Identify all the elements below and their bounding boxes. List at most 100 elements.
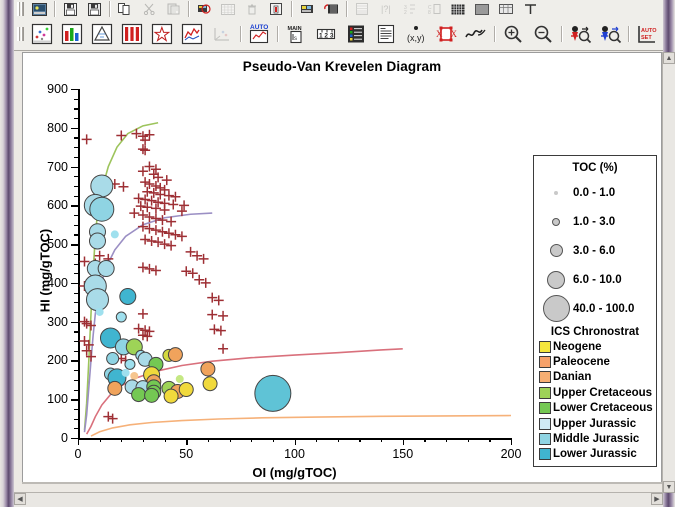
- star-plot-icon[interactable]: [148, 20, 176, 48]
- axis-numbers-icon[interactable]: 1 2 3: [312, 20, 340, 48]
- legend-ics-label: Danian: [553, 371, 592, 384]
- legend-toc-item[interactable]: 6.0 - 10.0: [539, 265, 651, 294]
- cross-marker: [207, 292, 218, 303]
- plot-setup-icon[interactable]: [193, 0, 215, 18]
- bubble-marker: [144, 387, 160, 403]
- legend-color-swatch: [539, 433, 551, 446]
- bubble-marker: [254, 374, 292, 412]
- zoom-in-icon[interactable]: [499, 20, 527, 48]
- cross-marker: [133, 193, 144, 204]
- scroll-up-arrow[interactable]: ▲: [663, 52, 675, 64]
- trash-icon[interactable]: [265, 0, 287, 18]
- page-icon[interactable]: [471, 0, 493, 18]
- delete-icon[interactable]: [241, 0, 263, 18]
- legend-color-swatch: [539, 417, 551, 430]
- xy-coordinates-icon[interactable]: (x,y): [402, 20, 430, 48]
- cut-icon[interactable]: [138, 0, 160, 18]
- align-top-icon[interactable]: [519, 0, 541, 18]
- cross-marker: [218, 310, 229, 321]
- legend-ics-item[interactable]: Upper Jurassic: [539, 416, 651, 431]
- bubble-marker: [124, 358, 136, 370]
- legend-ics-item[interactable]: Upper Cretaceous: [539, 385, 653, 400]
- toolbar-separator: [240, 26, 241, 42]
- spreadsheet-red-icon[interactable]: [320, 0, 342, 18]
- kerogen-curve: [90, 414, 512, 437]
- app-logo-icon[interactable]: [28, 0, 50, 18]
- cross-marker: [140, 145, 151, 156]
- scroll-down-arrow[interactable]: ▼: [663, 481, 675, 493]
- legend-ics-item[interactable]: Lower Jurassic: [539, 447, 651, 462]
- cross-marker: [144, 179, 155, 190]
- svg-text:X: X: [436, 29, 443, 39]
- sort-descending-icon[interactable]: C8: [423, 0, 445, 18]
- freehand-icon[interactable]: [462, 20, 490, 48]
- save-as-icon[interactable]: [83, 0, 105, 18]
- cross-marker: [150, 180, 161, 191]
- scroll-left-arrow[interactable]: ◀: [14, 493, 26, 505]
- zoom-out-icon[interactable]: [529, 20, 557, 48]
- sort-ascending-icon[interactable]: 32: [399, 0, 421, 18]
- zoom-y-icon[interactable]: [566, 20, 594, 48]
- table-rows-icon[interactable]: [351, 0, 373, 18]
- cross-marker: [81, 134, 92, 145]
- plot-canvas[interactable]: Pseudo-Van Krevelen Diagram 0 100 200 300 40…: [22, 52, 662, 484]
- data-list-icon[interactable]: [372, 20, 400, 48]
- toolbar-grip[interactable]: [17, 27, 24, 41]
- line-chart-icon[interactable]: [178, 20, 206, 48]
- cross-marker: [137, 144, 148, 155]
- auto-plot-icon[interactable]: AUTO: [245, 20, 273, 48]
- bubble-marker: [175, 375, 184, 384]
- svg-text:1 2 3: 1 2 3: [319, 33, 334, 40]
- grid-dense-icon[interactable]: [447, 0, 469, 18]
- horizontal-scrollbar[interactable]: ◀ ▶: [14, 492, 663, 507]
- auto-set-icon[interactable]: AUTO SET: [633, 20, 661, 48]
- three-d-plot-icon[interactable]: [208, 20, 236, 48]
- save-icon[interactable]: [59, 0, 81, 18]
- cross-marker: [144, 263, 155, 274]
- bubble-marker: [107, 380, 123, 396]
- cross-marker: [155, 189, 166, 200]
- color-legend-icon[interactable]: [342, 20, 370, 48]
- legend-ics-item[interactable]: Lower Cretaceous: [539, 401, 653, 416]
- legend-toc-item[interactable]: 0.0 - 1.0: [539, 178, 651, 207]
- cross-marker: [85, 351, 96, 362]
- scatter-plot-icon[interactable]: [28, 20, 56, 48]
- table-icon[interactable]: [495, 0, 517, 18]
- legend-toc-item[interactable]: 3.0 - 6.0: [539, 236, 651, 265]
- chart-legend[interactable]: TOC (%) 0.0 - 1.0 1.0 - 3.0 3.0 - 6.0 6.0 -…: [533, 155, 657, 468]
- toolbar-separator: [277, 26, 278, 42]
- svg-text:(x,y): (x,y): [407, 33, 425, 43]
- bubble-marker: [178, 382, 194, 398]
- legend-ics-item[interactable]: Paleocene: [539, 354, 651, 369]
- paste-icon[interactable]: [162, 0, 184, 18]
- legend-ics-item[interactable]: Neogene: [539, 339, 651, 354]
- toolbar-grip[interactable]: [17, 2, 24, 16]
- database-icon[interactable]: [296, 0, 318, 18]
- cross-marker: [159, 239, 170, 250]
- legend-toc-item[interactable]: 40.0 - 100.0: [539, 294, 651, 323]
- cross-marker: [107, 413, 118, 424]
- bar-chart-icon[interactable]: [58, 20, 86, 48]
- svg-text:|?|: |?|: [381, 4, 391, 14]
- bubble-marker: [97, 260, 115, 278]
- ternary-plot-icon[interactable]: [88, 20, 116, 48]
- legend-toc-bubble-icon: [539, 270, 573, 289]
- zoom-x-icon[interactable]: [596, 20, 624, 48]
- cross-marker: [150, 203, 161, 214]
- toolbar-separator: [109, 1, 110, 17]
- legend-toc-item[interactable]: 1.0 - 3.0: [539, 207, 651, 236]
- legend-ics-item[interactable]: Middle Jurassic: [539, 431, 651, 446]
- main-scale-icon[interactable]: MAIN s: [282, 20, 310, 48]
- legend-ics-label: Upper Cretaceous: [553, 386, 653, 399]
- cross-marker: [150, 225, 161, 236]
- bubble-marker: [200, 361, 216, 377]
- legend-ics-item[interactable]: Danian: [539, 370, 651, 385]
- query-icon[interactable]: |?|: [375, 0, 397, 18]
- grid-icon[interactable]: [217, 0, 239, 18]
- select-region-icon[interactable]: XX: [432, 20, 460, 48]
- cross-marker: [94, 250, 105, 261]
- copy-icon[interactable]: [114, 0, 136, 18]
- scroll-right-arrow[interactable]: ▶: [651, 493, 663, 505]
- vertical-scrollbar[interactable]: ▲ ▼: [662, 52, 675, 493]
- histogram-icon[interactable]: [118, 20, 146, 48]
